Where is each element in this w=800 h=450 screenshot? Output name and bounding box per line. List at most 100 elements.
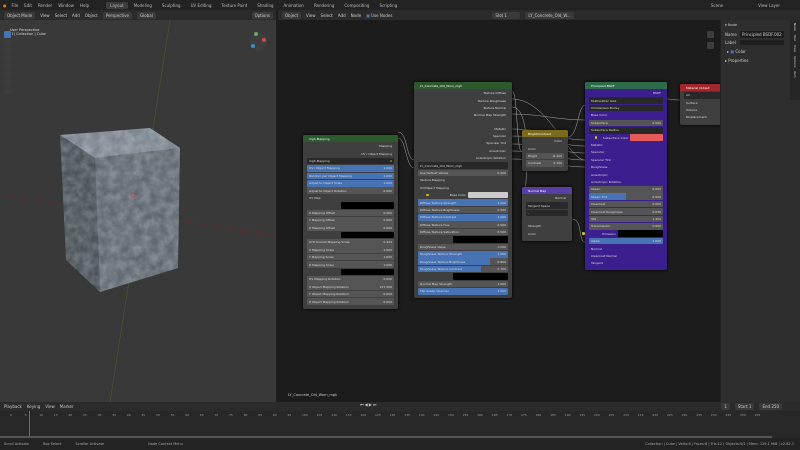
node-header-mapping[interactable]: mgh-Mapping [303, 135, 398, 142]
node-menu-node[interactable]: Node [351, 13, 361, 18]
texture-row[interactable]: Diffuse Texture Brightness 0.500 [418, 206, 508, 214]
tab-texture-paint[interactable]: Texture Paint [217, 2, 251, 9]
mapping-row[interactable] [341, 202, 394, 209]
principled-row[interactable]: Subsurface Color [594, 134, 663, 141]
options-button[interactable]: Options [251, 11, 273, 19]
mapping-row[interactable]: UV / Object Mapping 1.000 [307, 165, 394, 172]
mapping-row[interactable] [341, 268, 394, 276]
current-frame-field[interactable]: 1 [721, 403, 730, 410]
mapping-row[interactable]: X Object Mapping Rotation 127.200 [307, 283, 394, 291]
node-normalmap[interactable]: Normal Map Normal Tangent Space - Strength Co… [522, 187, 572, 241]
principled-row[interactable]: IOR 1.450 [589, 215, 663, 223]
principled-row[interactable]: Sheen 0.000 [589, 186, 663, 193]
texture-row[interactable]: Roughness Texture Brightness 0.800 [418, 258, 508, 265]
menu-file[interactable]: File [12, 3, 19, 8]
navigation-gizmo[interactable] [249, 32, 267, 51]
node-output[interactable]: Material Output All Surface Volume Displacem… [680, 84, 724, 125]
mode-selector[interactable]: Object Mode [4, 11, 36, 19]
principled-row[interactable]: Sheen Tint 0.500 [589, 193, 663, 201]
principled-row[interactable]: Christensen-Burley [589, 104, 663, 112]
viewport-menu-view[interactable]: View [40, 13, 50, 18]
timeline[interactable]: Playback Keying View Marker 1 Start 1 End 2… [0, 402, 800, 438]
tab-animation[interactable]: Animation [280, 2, 308, 9]
node-menu-add[interactable]: Add [338, 13, 346, 18]
material-selector[interactable]: LY_Concrete_Old_W... [525, 11, 574, 19]
tab-layout[interactable]: Layout [106, 1, 128, 9]
node-bright[interactable]: Bright/Contrast Color Color Bright -0.100 Con… [522, 130, 568, 171]
node-header-normalmap[interactable]: Normal Map [522, 187, 572, 194]
sidebar-tab-item[interactable]: Item [793, 71, 797, 78]
texture-row[interactable]: Use Default Values 0.000 [418, 169, 508, 177]
menu-edit[interactable]: Edit [24, 3, 32, 8]
mapping-row[interactable]: X Mapping Offset 0.000 [307, 209, 394, 217]
timeline-menu-marker[interactable]: Marker [60, 404, 74, 409]
normalmap-row[interactable]: - [526, 209, 568, 217]
viewport-menu-add[interactable]: Add [72, 13, 80, 18]
jump-start-icon[interactable]: ⏮ [360, 402, 364, 407]
texture-row[interactable]: Diffuse Texture Contrast 1.000 [418, 214, 508, 221]
properties-panel[interactable]: ▸ Properties [721, 57, 800, 64]
tab-shading[interactable]: Shading [253, 2, 277, 9]
cube-mesh[interactable] [60, 128, 180, 292]
mapping-row[interactable]: XYZ Overall Mapping Scale 0.444 [307, 239, 394, 246]
principled-row[interactable]: Subsurface 0.000 [589, 119, 663, 127]
slot-selector[interactable]: Slot 1 [492, 11, 521, 19]
sidebar-tab-options[interactable]: Options [793, 56, 797, 68]
tab-sculpting[interactable]: Sculpting [158, 2, 185, 9]
node-header-texture[interactable]: LY_Concrete_Old_Worn_mgh [414, 82, 512, 89]
socket-icon[interactable] [582, 232, 585, 236]
view-layer-selector[interactable]: View Layer [758, 3, 780, 8]
mapping-row[interactable] [341, 231, 394, 239]
mapping-row[interactable]: Adjust to Object Scale 1.000 [307, 179, 394, 187]
mapping-row[interactable]: X Mapping Scale 1.000 [307, 246, 394, 254]
use-nodes-checkbox[interactable]: ■ Use Nodes [366, 13, 392, 18]
orientation-selector[interactable]: Global [137, 11, 156, 19]
texture-row[interactable] [453, 236, 508, 243]
mapping-row[interactable]: Random per Object Mapping 1.000 [307, 172, 394, 180]
playhead[interactable] [29, 411, 30, 438]
scene-selector[interactable]: Scene [711, 3, 723, 8]
timeline-menu-playback[interactable]: Playback [4, 404, 22, 409]
tab-compositing[interactable]: Compositing [340, 2, 373, 9]
texture-row[interactable]: Flip Green Channel 1.000 [418, 287, 508, 295]
tab-uv-editing[interactable]: UV Editing [187, 2, 216, 9]
texture-row[interactable]: Diffuse Texture Hue 0.500 [418, 221, 508, 229]
node-header-principled[interactable]: Principled BSDF [585, 82, 667, 89]
color-panel[interactable]: ▸ ■ Color [721, 46, 800, 57]
socket-icon[interactable] [594, 136, 598, 139]
principled-row[interactable]: Emission [582, 230, 663, 238]
timeline-menu-keying[interactable]: Keying [27, 404, 40, 409]
principled-row[interactable]: Clearcoat Roughness 0.030 [589, 208, 663, 215]
tab-modeling[interactable]: Modeling [130, 2, 156, 9]
texture-row[interactable]: LY_Concrete_Old_Worn_mgh [418, 162, 508, 169]
node-name-field[interactable]: Principled BSDF.002 [740, 31, 784, 38]
normalmap-row[interactable]: Tangent Space [526, 202, 568, 209]
3d-viewport[interactable]: User Perspective (1) Collection | Cube [0, 20, 276, 402]
pivot-selector[interactable]: Perspective [102, 11, 132, 19]
viewport-menu-select[interactable]: Select [55, 13, 67, 18]
texture-row[interactable]: Normal Map Strength 1.000 [418, 280, 508, 288]
mapping-row[interactable]: Z Mapping Offset 0.000 [307, 224, 394, 231]
tab-scripting[interactable]: Scripting [375, 2, 401, 9]
node-header-output[interactable]: Material Output [680, 84, 724, 91]
end-frame-field[interactable]: End 250 [759, 403, 782, 410]
mapping-row[interactable]: Y Object Mapping Rotation 0.000 [307, 290, 394, 298]
start-frame-field[interactable]: Start 1 [734, 403, 755, 410]
bright-row[interactable]: Bright -0.100 [526, 152, 564, 160]
sidebar-tab-node[interactable]: Node [793, 23, 797, 31]
output-row[interactable]: All [684, 92, 720, 99]
tab-rendering[interactable]: Rendering [310, 2, 338, 9]
texture-row[interactable]: Base Color [426, 191, 508, 199]
menu-render[interactable]: Render [38, 3, 52, 8]
node-menu-select[interactable]: Select [321, 13, 333, 18]
socket-icon[interactable] [426, 193, 429, 197]
node-mapping[interactable]: mgh-Mapping Mapping UV / Object Mapping mgh… [303, 135, 398, 309]
mapping-row[interactable]: Z Mapping Scale 1.000 [307, 261, 394, 268]
mapping-row[interactable]: Z Object Mapping Rotation 0.000 [307, 298, 394, 305]
bright-row[interactable]: Contrast 0.100 [526, 160, 564, 167]
principled-row[interactable]: Transmission 0.000 [589, 223, 663, 230]
play-icon[interactable]: ▶ [369, 402, 372, 407]
texture-row[interactable] [453, 273, 508, 280]
jump-end-icon[interactable]: ⏭ [373, 402, 377, 407]
texture-row[interactable]: Roughness Texture Contrast 0.700 [418, 265, 508, 273]
